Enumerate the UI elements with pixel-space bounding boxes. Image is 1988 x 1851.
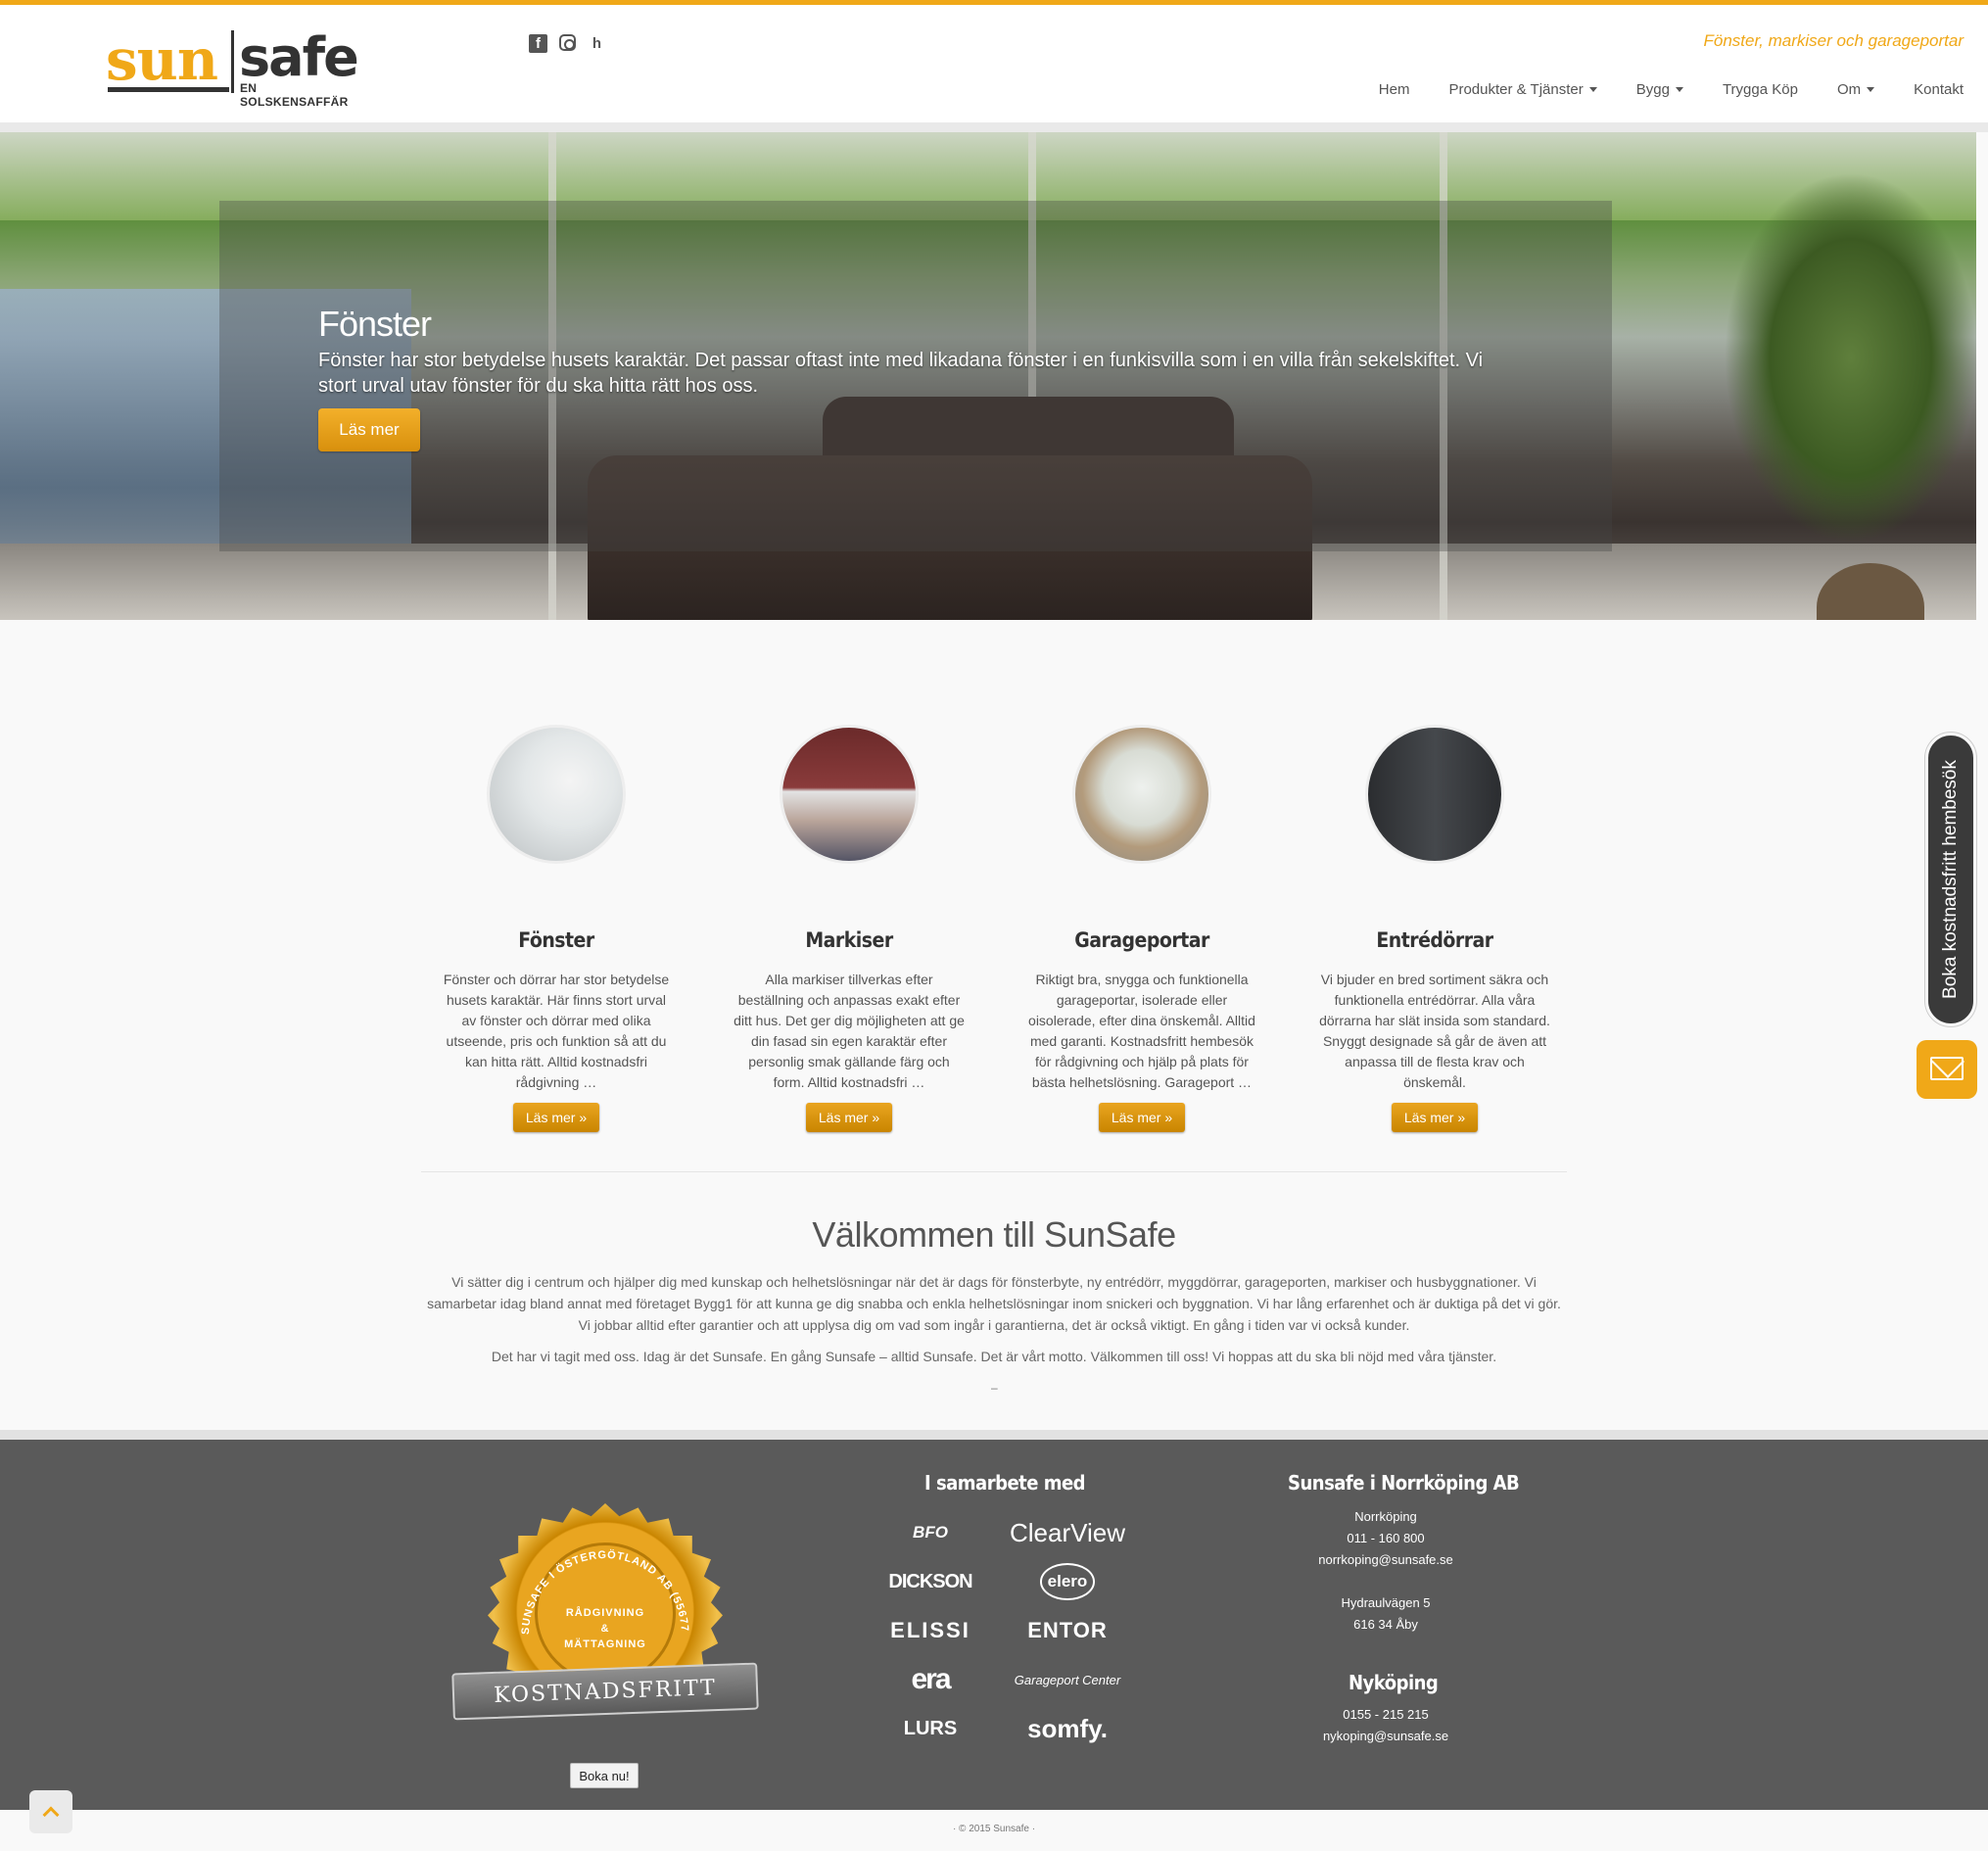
hero-bg-plant xyxy=(1724,171,1976,544)
nav-item-trygga-kop[interactable]: Trygga Köp xyxy=(1703,81,1818,98)
feature-image-garageportar[interactable] xyxy=(1072,725,1211,864)
copyright: · © 2015 Sunsafe · xyxy=(952,1824,1036,1834)
book-visit-label: Boka kostnadsfritt hembesök xyxy=(1940,760,1961,999)
partner-logo-somfy[interactable]: somfy. xyxy=(999,1706,1136,1751)
feature-text: Alla markiser tillverkas efter beställni… xyxy=(734,972,965,1090)
nav-label: Produkter & Tjänster xyxy=(1448,81,1584,98)
caret-down-icon xyxy=(1588,87,1597,92)
nav-label: Om xyxy=(1836,81,1862,98)
feature-text: Riktigt bra, snygga och funktionella gar… xyxy=(1028,972,1255,1090)
nav-label: Trygga Köp xyxy=(1722,81,1798,98)
sunsafe-logo[interactable]: sun safe EN SOLSKENSAFFÄR xyxy=(106,26,360,109)
welcome-title: Välkommen till SunSafe xyxy=(812,1214,1176,1255)
logo-underline xyxy=(108,87,229,92)
badge-ribbon-text: KOSTNADSFRITT xyxy=(493,1676,718,1708)
hero-title: Fönster xyxy=(318,304,432,344)
nykoping-title: Nyköping xyxy=(1349,1671,1439,1694)
feature-image-fonster[interactable] xyxy=(487,725,626,864)
nav-item-kontakt[interactable]: Kontakt xyxy=(1894,81,1964,98)
badge-line: RÅDGIVNING xyxy=(565,1607,645,1619)
nav-label: Hem xyxy=(1378,81,1410,98)
feature-title: Garageportar xyxy=(1074,928,1209,952)
feature-read-more-button[interactable]: Läs mer » xyxy=(805,1103,893,1132)
company-title: Sunsafe i Norrköping AB xyxy=(1288,1471,1520,1495)
caret-down-icon xyxy=(1867,87,1875,92)
feature-fonster: Fönster Fönster och dörrar har stor bety… xyxy=(429,725,684,1132)
feature-markiser: Markiser Alla markiser tillverkas efter … xyxy=(722,725,976,1132)
feature-read-more-button[interactable]: Läs mer » xyxy=(1098,1103,1186,1132)
feature-read-more-button[interactable]: Läs mer » xyxy=(1391,1103,1479,1132)
feature-title: Fönster xyxy=(518,928,594,952)
partner-logo-garageport-center[interactable]: Garageport Center xyxy=(999,1657,1136,1702)
hero-read-more-button[interactable]: Läs mer xyxy=(318,408,420,451)
nav-item-produkter[interactable]: Produkter & Tjänster xyxy=(1429,81,1616,98)
book-visit-tab[interactable]: Boka kostnadsfritt hembesök xyxy=(1925,733,1976,1026)
partner-logo-elero[interactable]: elero xyxy=(999,1559,1136,1604)
feature-image-entredorrar[interactable] xyxy=(1365,725,1504,864)
feature-text: Fönster och dörrar har stor betydelse hu… xyxy=(443,972,670,1090)
site-header: sun safe EN SOLSKENSAFFÄR f h Fönster, m… xyxy=(0,5,1988,122)
badge-ribbon: KOSTNADSFRITT xyxy=(451,1662,759,1721)
logo-sun-text: sun xyxy=(106,26,218,93)
logo-tagline: EN SOLSKENSAFFÄR xyxy=(240,81,349,109)
partner-logo-entor[interactable]: ENTOR xyxy=(999,1608,1136,1653)
city-name: Norrköping xyxy=(1354,1509,1417,1524)
phone-link[interactable]: 0155 - 215 215 xyxy=(1195,1704,1577,1726)
partner-logo-elero-text: elero xyxy=(1039,1563,1096,1600)
contact-nykoping: 0155 - 215 215 nykoping@sunsafe.se xyxy=(1195,1704,1577,1747)
partner-logo-era[interactable]: era xyxy=(862,1657,999,1702)
partners-title: I samarbete med xyxy=(924,1471,1086,1495)
hero-slider: Fönster Fönster har stor betydelse huset… xyxy=(0,132,1976,620)
welcome-paragraph: Det har vi tagit med oss. Idag är det Su… xyxy=(491,1349,1497,1364)
feature-title: Markiser xyxy=(805,928,893,952)
feature-read-more-button[interactable]: Läs mer » xyxy=(512,1103,600,1132)
logo-safe-text: safe xyxy=(239,26,359,88)
postal-address: 616 34 Åby xyxy=(1353,1617,1418,1632)
contact-norrkoping: Norrköping 011 - 160 800 norrkoping@suns… xyxy=(1195,1506,1577,1636)
welcome-dash: – xyxy=(991,1381,998,1395)
hero-text: Fönster har stor betydelse husets karakt… xyxy=(318,350,1484,397)
partner-logo-clearview[interactable]: ClearView xyxy=(999,1510,1136,1555)
badge-line: MÄTTAGNING xyxy=(564,1638,646,1650)
partner-logo-elissi[interactable]: ELISSI xyxy=(862,1608,999,1653)
nav-label: Kontakt xyxy=(1914,81,1964,98)
nav-item-bygg[interactable]: Bygg xyxy=(1617,81,1703,98)
feature-text: Vi bjuder en bred sortiment säkra och fu… xyxy=(1319,972,1550,1090)
consultation-badge: SUNSAFE I ÖSTERGÖTLAND AB (556774-7273) … xyxy=(449,1503,762,1729)
partner-logo-lurs[interactable]: LURS xyxy=(862,1706,999,1751)
chevron-up-icon xyxy=(42,1806,60,1824)
feature-image-markiser[interactable] xyxy=(780,725,919,864)
houzz-icon[interactable]: h xyxy=(588,34,606,53)
facebook-icon[interactable]: f xyxy=(529,34,547,53)
nav-item-hem[interactable]: Hem xyxy=(1359,81,1430,98)
social-links: f h xyxy=(529,34,606,53)
section-divider xyxy=(421,1171,1567,1172)
feature-garageportar: Garageportar Riktigt bra, snygga och fun… xyxy=(1015,725,1269,1132)
welcome-paragraph: Vi sätter dig i centrum och hjälper dig … xyxy=(427,1274,1561,1333)
header-shadow xyxy=(0,122,1988,132)
badge-line: & xyxy=(600,1623,610,1635)
phone-link[interactable]: 011 - 160 800 xyxy=(1195,1528,1577,1549)
logo-divider xyxy=(231,30,234,93)
partner-logo-dickson[interactable]: DICKSON xyxy=(862,1559,999,1604)
contact-mail-button[interactable] xyxy=(1917,1040,1977,1099)
instagram-icon[interactable] xyxy=(559,34,576,51)
envelope-icon xyxy=(1930,1057,1964,1080)
partner-logo-bfo[interactable]: BFO xyxy=(862,1510,999,1555)
email-link[interactable]: nykoping@sunsafe.se xyxy=(1195,1726,1577,1747)
caret-down-icon xyxy=(1675,87,1683,92)
book-now-button[interactable]: Boka nu! xyxy=(570,1763,639,1788)
footer-top-border xyxy=(0,1430,1988,1440)
nav-item-om[interactable]: Om xyxy=(1818,81,1894,98)
street-address: Hydraulvägen 5 xyxy=(1341,1595,1431,1610)
header-tagline: Fönster, markiser och garageportar xyxy=(1703,31,1964,50)
main-nav: Hem Produkter & Tjänster Bygg Trygga Köp… xyxy=(1359,81,1964,98)
email-link[interactable]: norrkoping@sunsafe.se xyxy=(1195,1549,1577,1571)
feature-title: Entrédörrar xyxy=(1376,928,1493,952)
nav-label: Bygg xyxy=(1635,81,1670,98)
feature-entredorrar: Entrédörrar Vi bjuder en bred sortiment … xyxy=(1307,725,1562,1132)
